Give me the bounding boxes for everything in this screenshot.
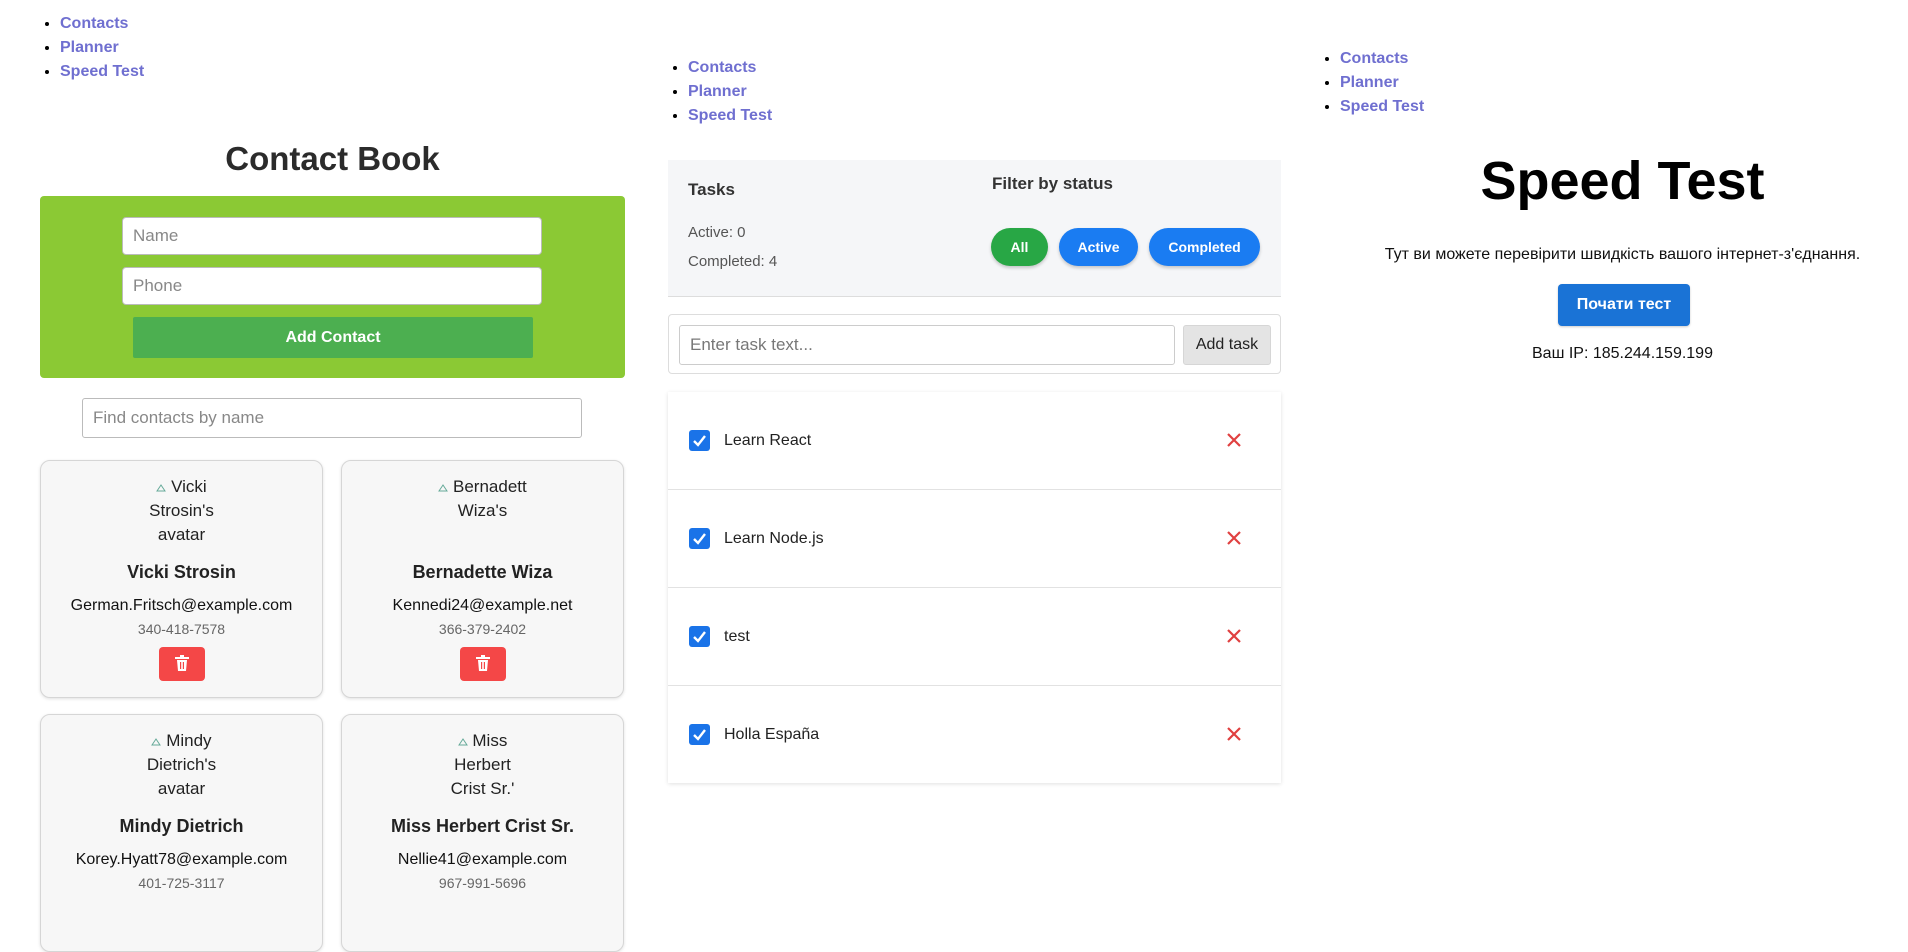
delete-contact-button[interactable] [159,647,205,681]
contact-phone: 401-725-3117 [138,875,225,891]
delete-task-button[interactable] [1222,526,1246,550]
active-count: Active: 0 [688,224,746,241]
nav-link-speed-test[interactable]: Speed Test [688,107,772,124]
close-icon [1227,531,1241,545]
close-icon [1227,727,1241,741]
nav-link-contacts[interactable]: Contacts [60,15,128,32]
contacts-nav: Contacts Planner Speed Test [40,12,144,84]
task-summary-panel: Tasks Active: 0 Completed: 4 Filter by s… [668,160,1281,297]
avatar: Miss Herbert Crist Sr.' [342,729,623,801]
close-icon [1227,629,1241,643]
close-icon [1227,433,1241,447]
phone-input[interactable] [122,267,542,305]
avatar-alt-text: Bernadett Wiza's [453,477,527,520]
broken-image-icon [438,475,449,492]
add-contact-form: Add Contact [40,196,625,378]
task-checkbox[interactable] [689,430,710,451]
task-item: test [668,588,1281,686]
contact-phone: 366-379-2402 [438,621,527,637]
task-text: Learn React [724,432,812,449]
task-checkbox[interactable] [689,724,710,745]
add-contact-button[interactable]: Add Contact [133,317,533,358]
task-text: Learn Node.js [724,530,824,547]
speed-test-nav: Contacts Planner Speed Test [1320,47,1424,119]
checkmark-icon [693,435,706,447]
filter-all-button[interactable]: All [991,228,1048,266]
contact-name: Vicki Strosin [127,562,236,582]
nav-link-planner[interactable]: Planner [1340,74,1399,91]
contact-card: Mindy Dietrich's avatar Mindy Dietrich K… [40,714,323,952]
avatar: Vicki Strosin's avatar [41,475,322,547]
contact-name: Miss Herbert Crist Sr. [390,816,575,836]
add-task-button[interactable]: Add task [1183,325,1271,365]
broken-image-icon [156,475,167,492]
filter-completed-button[interactable]: Completed [1149,228,1260,266]
nav-link-contacts[interactable]: Contacts [1340,50,1408,67]
delete-contact-button[interactable] [460,647,506,681]
delete-task-button[interactable] [1222,624,1246,648]
task-item: Learn React [668,392,1281,490]
task-item: Learn Node.js [668,490,1281,588]
task-text: test [724,628,750,645]
nav-link-speed-test[interactable]: Speed Test [1340,98,1424,115]
speed-test-title: Speed Test [1480,151,1765,211]
start-test-button[interactable]: Почати тест [1558,284,1690,326]
contact-email: German.Fritsch@example.com [70,597,293,614]
planner-nav: Contacts Planner Speed Test [668,56,772,128]
contact-name: Mindy Dietrich [119,816,244,836]
filter-heading: Filter by status [992,174,1113,193]
add-task-form: Add task [668,314,1281,374]
contact-card: Bernadett Wiza's Bernadette Wiza Kennedi… [341,460,624,698]
contact-phone: 340-418-7578 [137,621,226,637]
checkmark-icon [693,729,706,741]
delete-task-button[interactable] [1222,428,1246,452]
task-input[interactable] [679,325,1175,365]
nav-link-planner[interactable]: Planner [688,83,747,100]
contact-search-input[interactable] [82,398,582,438]
ip-address-text: Ваш IP: 185.244.159.199 [1532,345,1713,362]
contact-email: Kennedi24@example.net [392,597,573,614]
tasks-heading: Tasks [688,180,735,199]
nav-link-speed-test[interactable]: Speed Test [60,63,144,80]
completed-count: Completed: 4 [688,253,778,270]
trash-icon [175,654,189,671]
task-text: Holla España [724,726,820,743]
contact-phone: 967-991-5696 [438,875,527,891]
task-checkbox[interactable] [689,626,710,647]
contact-email: Korey.Hyatt78@example.com [75,851,288,868]
nav-link-planner[interactable]: Planner [60,39,119,56]
contact-name: Bernadette Wiza [412,562,553,582]
broken-image-icon [457,729,468,746]
speed-test-description: Тут ви можете перевірити швидкість вашог… [1384,246,1861,263]
contact-card: Miss Herbert Crist Sr.' Miss Herbert Cri… [341,714,624,952]
name-input[interactable] [122,217,542,255]
checkmark-icon [693,533,706,545]
task-checkbox[interactable] [689,528,710,549]
filter-active-button[interactable]: Active [1059,228,1138,266]
contact-card: Vicki Strosin's avatar Vicki Strosin Ger… [40,460,323,698]
task-item: Holla España [668,686,1281,783]
delete-task-button[interactable] [1222,722,1246,746]
task-list: Learn React Learn Node.js test Holla Esp… [668,392,1281,783]
contact-email: Nellie41@example.com [397,851,568,868]
checkmark-icon [693,631,706,643]
nav-link-contacts[interactable]: Contacts [688,59,756,76]
avatar: Bernadett Wiza's [342,475,623,523]
page-title: Contact Book [225,140,440,177]
trash-icon [476,654,490,671]
avatar: Mindy Dietrich's avatar [41,729,322,801]
broken-image-icon [151,729,162,746]
